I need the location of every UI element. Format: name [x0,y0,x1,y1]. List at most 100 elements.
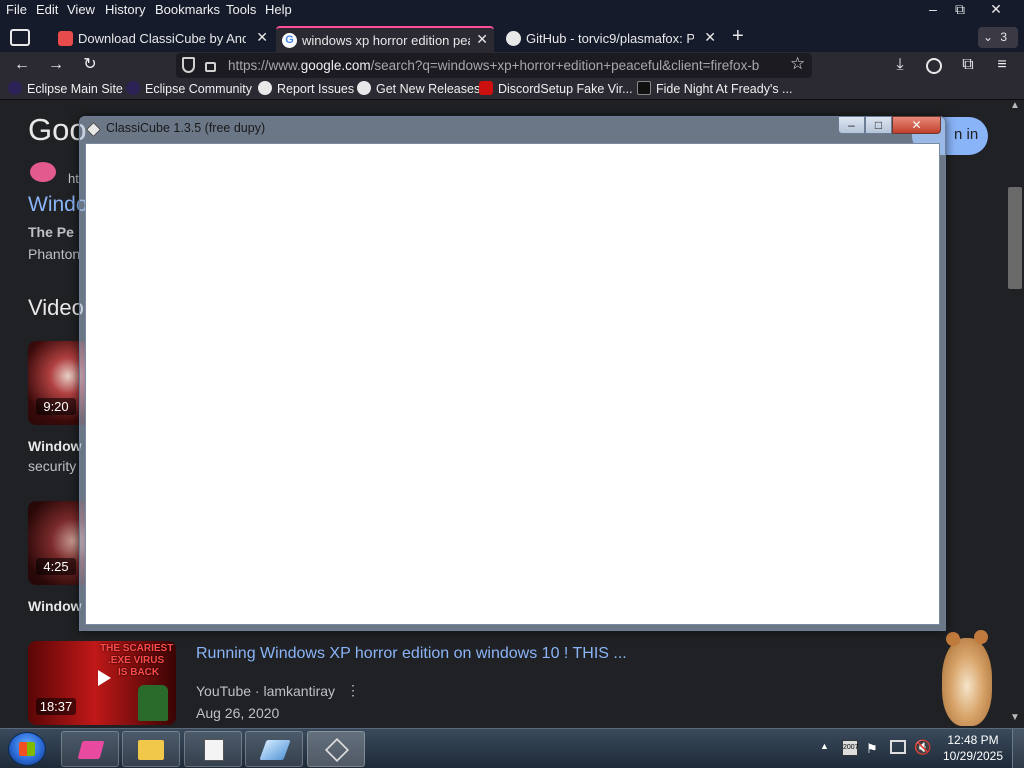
bookmark-star-icon[interactable]: ☆ [790,54,805,74]
scroll-down-icon[interactable]: ▼ [1010,712,1020,723]
site-favicon [30,162,56,182]
classicube-close-button[interactable]: ✕ [892,116,941,134]
forward-arrow-icon[interactable]: → [44,55,68,77]
clock-date: 10/29/2025 [942,749,1004,763]
itch-icon [58,31,73,46]
close-tab-icon[interactable]: ✕ [256,29,268,46]
pink-box-icon [77,741,105,759]
tab-count: 3 [1000,30,1008,44]
tab-label: windows xp horror edition peac [302,33,470,48]
classicube-caption-buttons: – □ ✕ [838,116,942,135]
tab-label: GitHub - torvic9/plasmafox: Pla [526,31,694,46]
tracking-shield-icon[interactable] [182,57,195,73]
videos-heading: Video [28,295,84,320]
classicube-game-area[interactable] [85,143,940,625]
video-duration: 9:20 [36,398,76,415]
video-title-link[interactable]: Window [28,438,82,454]
tab-google-search[interactable]: G windows xp horror edition peac ✕ [276,26,494,52]
bookmark-discordsetup[interactable]: DiscordSetup Fake Vir... [479,81,633,96]
classicube-taskbar-icon [324,737,350,763]
network-disconnected-icon[interactable] [890,740,906,754]
video-duration: 4:25 [36,558,76,575]
classicube-minimize-button[interactable]: – [838,116,865,134]
page-scrollbar[interactable]: ▲ ▼ [1006,100,1024,728]
system-clock[interactable]: 12:48 PM 10/29/2025 [940,732,1006,764]
play-icon[interactable] [92,667,114,689]
taskbar-notepad[interactable] [184,731,242,767]
video-date: Aug 26, 2020 [196,705,280,721]
youtube-icon [479,81,493,95]
close-tab-icon[interactable]: ✕ [704,29,716,46]
taskbar-app-glass[interactable] [245,731,303,767]
classicube-maximize-button[interactable]: □ [865,116,892,134]
back-arrow-icon[interactable]: ← [10,55,34,77]
thumb-caption: THE SCARIEST [100,643,174,654]
menu-tools[interactable]: Tools [226,2,256,17]
tab-bar: Download ClassiCube by Andre ✕ G windows… [0,24,1024,52]
bookmark-eclipse-community[interactable]: Eclipse Community [126,81,252,96]
tab-github-plasmafox[interactable]: GitHub - torvic9/plasmafox: Pla ✕ [500,26,722,52]
scroll-up-icon[interactable]: ▲ [1010,100,1020,111]
tray-expand-icon[interactable]: ▲ [820,741,829,751]
tab-classicube-download[interactable]: Download ClassiCube by Andre ✕ [52,26,274,52]
video-title-link[interactable]: Running Windows XP horror edition on win… [196,645,627,663]
reload-icon[interactable]: ↻ [78,55,102,77]
windows-logo-icon [19,742,35,756]
eclipse-icon [8,81,22,95]
video-meta: security [28,458,77,474]
windows-taskbar: ▲ 2007 ⚑ 🔇 [0,728,1024,768]
hamster-ear [946,632,960,646]
account-icon[interactable] [922,55,946,77]
tab-list-button[interactable]: ⌄ 3 [978,27,1018,48]
bookmarks-toolbar: Eclipse Main Site Eclipse Community Repo… [0,78,1024,100]
luigi-figure [138,685,168,721]
downloads-icon[interactable]: ⤓ [888,55,912,77]
firefox-close-button[interactable]: ✕ [978,0,1014,20]
hamster-desktop-pet[interactable] [938,628,996,726]
lock-icon[interactable] [205,62,216,72]
github-icon [258,81,272,95]
menu-history[interactable]: History [105,2,145,17]
hamster-body [942,638,992,726]
video-channel: YouTube · lamkantiray [196,683,336,699]
nav-toolbar: ← → ↻ https://www.google.com/search?q=wi… [0,52,1024,78]
taskbar-classicube[interactable] [307,731,365,767]
bookmark-fide-night[interactable]: Fide Night At Fready's ... [637,81,792,96]
video-title-link[interactable]: Window [28,598,82,614]
thumb-caption: .EXE VIRUS [108,655,165,666]
menu-edit[interactable]: Edit [36,2,58,17]
menu-help[interactable]: Help [265,2,292,17]
tab-label: Download ClassiCube by Andre [78,31,246,46]
volume-muted-icon[interactable]: 🔇 [914,739,931,756]
taskbar-app-pinkbox[interactable] [61,731,119,767]
show-desktop-button[interactable] [1012,729,1024,768]
bookmark-eclipse-main[interactable]: Eclipse Main Site [8,81,123,96]
scrollbar-thumb[interactable] [1008,187,1022,289]
url-text: https://www.google.com/search?q=windows+… [228,58,760,73]
taskbar-file-explorer[interactable] [122,731,180,767]
action-center-flag-icon[interactable]: ⚑ [866,741,878,757]
menu-file[interactable]: File [6,2,27,17]
office-2007-tray-icon[interactable]: 2007 [842,740,859,756]
more-options-icon[interactable]: ⋮ [346,682,360,699]
github-icon [506,31,521,46]
close-tab-icon[interactable]: ✕ [476,31,488,48]
firefox-restore-button[interactable]: ⧉ [942,0,978,20]
google-icon: G [282,33,297,48]
bookmark-report-issues[interactable]: Report Issues [258,81,354,96]
hamburger-menu-icon[interactable]: ≡ [990,55,1014,77]
result-source: ht [68,171,79,186]
bookmark-get-new-releases[interactable]: Get New Releases [357,81,480,96]
tab-overview-icon[interactable] [10,29,30,46]
new-tab-button[interactable]: + [732,25,744,48]
result-snippet-line2: Phanton [28,246,81,262]
google-logo[interactable]: Goo [28,112,87,148]
menu-bookmarks[interactable]: Bookmarks [155,2,220,17]
folder-icon [138,740,164,760]
document-icon [204,739,224,761]
hamster-ear [974,630,988,644]
extensions-icon[interactable]: ⧉ [956,55,980,77]
menu-view[interactable]: View [67,2,95,17]
url-bar[interactable]: https://www.google.com/search?q=windows+… [176,53,812,78]
video-duration: 18:37 [36,698,76,715]
